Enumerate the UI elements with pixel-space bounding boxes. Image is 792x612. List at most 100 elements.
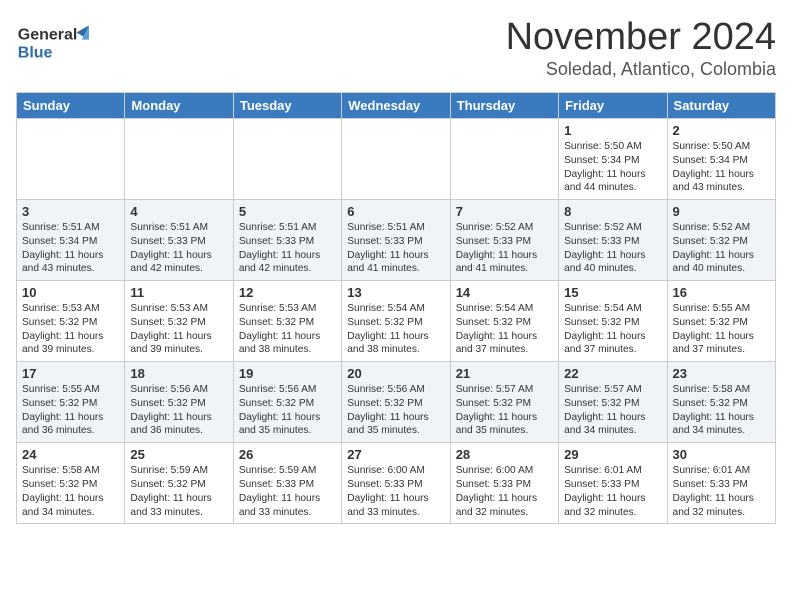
calendar-table: SundayMondayTuesdayWednesdayThursdayFrid… bbox=[16, 92, 776, 524]
weekday-header-saturday: Saturday bbox=[667, 93, 775, 119]
cell-text: Sunrise: 5:53 AM Sunset: 5:32 PM Dayligh… bbox=[130, 302, 227, 357]
calendar-cell: 16Sunrise: 5:55 AM Sunset: 5:32 PM Dayli… bbox=[667, 281, 775, 362]
day-number: 3 bbox=[22, 204, 119, 219]
cell-text: Sunrise: 5:56 AM Sunset: 5:32 PM Dayligh… bbox=[130, 383, 227, 438]
day-number: 6 bbox=[347, 204, 444, 219]
cell-text: Sunrise: 5:59 AM Sunset: 5:33 PM Dayligh… bbox=[239, 464, 336, 519]
cell-text: Sunrise: 5:56 AM Sunset: 5:32 PM Dayligh… bbox=[239, 383, 336, 438]
calendar-cell bbox=[125, 119, 233, 200]
week-row-3: 10 Sunrise: 5:53 AM Sunset: 5:32 PM Dayli… bbox=[17, 281, 776, 362]
day-number: 27 bbox=[347, 447, 444, 462]
day-number: 26 bbox=[239, 447, 336, 462]
weekday-header-monday: Monday bbox=[125, 93, 233, 119]
day-number: 1 bbox=[564, 123, 661, 138]
weekday-header-friday: Friday bbox=[559, 93, 667, 119]
calendar-cell: 21 Sunrise: 5:57 AM Sunset: 5:32 PM Dayli… bbox=[450, 362, 558, 443]
day-number: 17 bbox=[22, 366, 119, 381]
week-row-2: 3Sunrise: 5:51 AM Sunset: 5:34 PM Daylig… bbox=[17, 200, 776, 281]
calendar-cell: 25 Sunrise: 5:59 AM Sunset: 5:32 PM Dayli… bbox=[125, 443, 233, 524]
cell-text: Sunrise: 5:50 AM Sunset: 5:34 PM Dayligh… bbox=[564, 140, 661, 195]
cell-text: Sunrise: 5:54 AM Sunset: 5:32 PM Dayligh… bbox=[456, 302, 553, 357]
weekday-header-row: SundayMondayTuesdayWednesdayThursdayFrid… bbox=[17, 93, 776, 119]
calendar-cell: 17 Sunrise: 5:55 AM Sunset: 5:32 PM Dayli… bbox=[17, 362, 125, 443]
weekday-header-wednesday: Wednesday bbox=[342, 93, 450, 119]
cell-text: Sunrise: 6:00 AM Sunset: 5:33 PM Dayligh… bbox=[456, 464, 553, 519]
calendar-cell: 6 Sunrise: 5:51 AM Sunset: 5:33 PM Daylig… bbox=[342, 200, 450, 281]
calendar-cell: 3Sunrise: 5:51 AM Sunset: 5:34 PM Daylig… bbox=[17, 200, 125, 281]
calendar-cell: 27 Sunrise: 6:00 AM Sunset: 5:33 PM Dayli… bbox=[342, 443, 450, 524]
cell-text: Sunrise: 5:52 AM Sunset: 5:32 PM Dayligh… bbox=[673, 221, 770, 276]
cell-text: Sunrise: 5:57 AM Sunset: 5:32 PM Dayligh… bbox=[564, 383, 661, 438]
title-block: November 2024 Soledad, Atlantico, Colomb… bbox=[506, 16, 776, 80]
calendar-cell: 15 Sunrise: 5:54 AM Sunset: 5:32 PM Dayli… bbox=[559, 281, 667, 362]
cell-text: Sunrise: 5:55 AM Sunset: 5:32 PM Dayligh… bbox=[22, 383, 119, 438]
calendar-cell: 22 Sunrise: 5:57 AM Sunset: 5:32 PM Dayli… bbox=[559, 362, 667, 443]
day-number: 4 bbox=[130, 204, 227, 219]
cell-text: Sunrise: 5:51 AM Sunset: 5:33 PM Dayligh… bbox=[130, 221, 227, 276]
week-row-1: 1 Sunrise: 5:50 AM Sunset: 5:34 PM Daylig… bbox=[17, 119, 776, 200]
day-number: 9 bbox=[673, 204, 770, 219]
day-number: 21 bbox=[456, 366, 553, 381]
cell-text: Sunrise: 5:59 AM Sunset: 5:32 PM Dayligh… bbox=[130, 464, 227, 519]
page-header: General Blue November 2024 Soledad, Atla… bbox=[16, 16, 776, 80]
calendar-cell: 7 Sunrise: 5:52 AM Sunset: 5:33 PM Daylig… bbox=[450, 200, 558, 281]
calendar-cell: 28 Sunrise: 6:00 AM Sunset: 5:33 PM Dayli… bbox=[450, 443, 558, 524]
day-number: 22 bbox=[564, 366, 661, 381]
svg-text:Blue: Blue bbox=[18, 44, 53, 61]
location-title: Soledad, Atlantico, Colombia bbox=[506, 59, 776, 80]
calendar-cell: 19 Sunrise: 5:56 AM Sunset: 5:32 PM Dayli… bbox=[233, 362, 341, 443]
day-number: 7 bbox=[456, 204, 553, 219]
day-number: 13 bbox=[347, 285, 444, 300]
calendar-cell: 23 Sunrise: 5:58 AM Sunset: 5:32 PM Dayli… bbox=[667, 362, 775, 443]
cell-text: Sunrise: 5:52 AM Sunset: 5:33 PM Dayligh… bbox=[456, 221, 553, 276]
day-number: 28 bbox=[456, 447, 553, 462]
calendar-cell: 2 Sunrise: 5:50 AM Sunset: 5:34 PM Daylig… bbox=[667, 119, 775, 200]
calendar-cell bbox=[342, 119, 450, 200]
calendar-cell bbox=[233, 119, 341, 200]
cell-text: Sunrise: 5:55 AM Sunset: 5:32 PM Dayligh… bbox=[673, 302, 770, 357]
weekday-header-tuesday: Tuesday bbox=[233, 93, 341, 119]
calendar-cell: 1 Sunrise: 5:50 AM Sunset: 5:34 PM Daylig… bbox=[559, 119, 667, 200]
day-number: 19 bbox=[239, 366, 336, 381]
calendar-cell: 11Sunrise: 5:53 AM Sunset: 5:32 PM Dayli… bbox=[125, 281, 233, 362]
calendar-cell: 12 Sunrise: 5:53 AM Sunset: 5:32 PM Dayli… bbox=[233, 281, 341, 362]
cell-text: Sunrise: 5:54 AM Sunset: 5:32 PM Dayligh… bbox=[347, 302, 444, 357]
day-number: 24 bbox=[22, 447, 119, 462]
weekday-header-thursday: Thursday bbox=[450, 93, 558, 119]
day-number: 23 bbox=[673, 366, 770, 381]
day-number: 25 bbox=[130, 447, 227, 462]
day-number: 29 bbox=[564, 447, 661, 462]
week-row-5: 24 Sunrise: 5:58 AM Sunset: 5:32 PM Dayli… bbox=[17, 443, 776, 524]
calendar-cell: 18 Sunrise: 5:56 AM Sunset: 5:32 PM Dayli… bbox=[125, 362, 233, 443]
cell-text: Sunrise: 6:01 AM Sunset: 5:33 PM Dayligh… bbox=[673, 464, 770, 519]
day-number: 12 bbox=[239, 285, 336, 300]
cell-text: Sunrise: 5:53 AM Sunset: 5:32 PM Dayligh… bbox=[22, 302, 119, 357]
cell-text: Sunrise: 5:57 AM Sunset: 5:32 PM Dayligh… bbox=[456, 383, 553, 438]
cell-text: Sunrise: 5:54 AM Sunset: 5:32 PM Dayligh… bbox=[564, 302, 661, 357]
cell-text: Sunrise: 5:58 AM Sunset: 5:32 PM Dayligh… bbox=[22, 464, 119, 519]
svg-text:General: General bbox=[18, 27, 78, 44]
day-number: 10 bbox=[22, 285, 119, 300]
day-number: 2 bbox=[673, 123, 770, 138]
calendar-cell: 20Sunrise: 5:56 AM Sunset: 5:32 PM Dayli… bbox=[342, 362, 450, 443]
cell-text: Sunrise: 5:52 AM Sunset: 5:33 PM Dayligh… bbox=[564, 221, 661, 276]
calendar-cell: 8 Sunrise: 5:52 AM Sunset: 5:33 PM Daylig… bbox=[559, 200, 667, 281]
cell-text: Sunrise: 6:00 AM Sunset: 5:33 PM Dayligh… bbox=[347, 464, 444, 519]
cell-text: Sunrise: 5:58 AM Sunset: 5:32 PM Dayligh… bbox=[673, 383, 770, 438]
calendar-cell bbox=[450, 119, 558, 200]
calendar-cell: 26 Sunrise: 5:59 AM Sunset: 5:33 PM Dayli… bbox=[233, 443, 341, 524]
cell-text: Sunrise: 5:51 AM Sunset: 5:33 PM Dayligh… bbox=[347, 221, 444, 276]
calendar-cell: 10 Sunrise: 5:53 AM Sunset: 5:32 PM Dayli… bbox=[17, 281, 125, 362]
week-row-4: 17 Sunrise: 5:55 AM Sunset: 5:32 PM Dayli… bbox=[17, 362, 776, 443]
weekday-header-sunday: Sunday bbox=[17, 93, 125, 119]
cell-text: Sunrise: 5:53 AM Sunset: 5:32 PM Dayligh… bbox=[239, 302, 336, 357]
cell-text: Sunrise: 5:50 AM Sunset: 5:34 PM Dayligh… bbox=[673, 140, 770, 195]
calendar-cell: 9 Sunrise: 5:52 AM Sunset: 5:32 PM Daylig… bbox=[667, 200, 775, 281]
day-number: 18 bbox=[130, 366, 227, 381]
day-number: 30 bbox=[673, 447, 770, 462]
cell-text: Sunrise: 5:51 AM Sunset: 5:33 PM Dayligh… bbox=[239, 221, 336, 276]
day-number: 8 bbox=[564, 204, 661, 219]
calendar-cell: 24 Sunrise: 5:58 AM Sunset: 5:32 PM Dayli… bbox=[17, 443, 125, 524]
day-number: 15 bbox=[564, 285, 661, 300]
calendar-cell: 14Sunrise: 5:54 AM Sunset: 5:32 PM Dayli… bbox=[450, 281, 558, 362]
